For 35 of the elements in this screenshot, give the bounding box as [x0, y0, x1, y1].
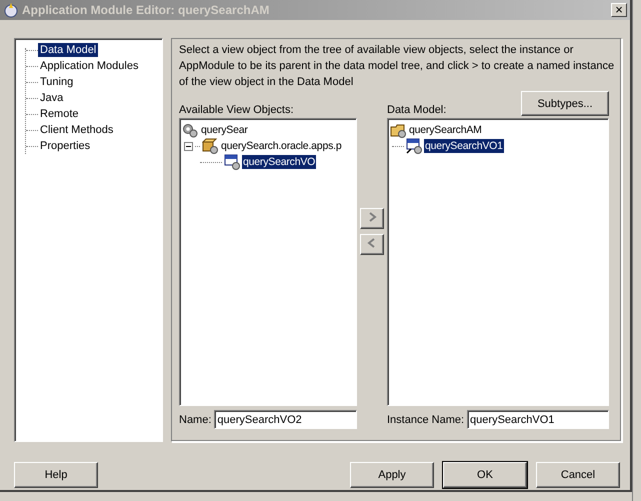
- collapse-icon[interactable]: [184, 142, 193, 150]
- category-item[interactable]: Data Model: [38, 43, 98, 57]
- close-button[interactable]: ×: [611, 3, 627, 17]
- subtypes-button[interactable]: Subtypes...: [521, 91, 609, 116]
- folder-icon: [390, 122, 406, 138]
- help-button[interactable]: Help: [14, 462, 98, 488]
- remove-button[interactable]: [360, 234, 384, 255]
- name-field[interactable]: querySearchVO2: [214, 410, 357, 429]
- instance-name-label: Instance Name:: [387, 414, 464, 426]
- window-title: Application Module Editor: querySearchAM: [22, 3, 270, 17]
- data-model-label: Data Model:: [387, 104, 446, 116]
- category-item[interactable]: Remote: [38, 107, 81, 121]
- package-icon: [202, 138, 218, 154]
- category-item[interactable]: Client Methods: [38, 123, 116, 137]
- tree-item[interactable]: querySear: [200, 123, 249, 137]
- available-label: Available View Objects:: [179, 104, 294, 116]
- apply-button[interactable]: Apply: [350, 462, 434, 488]
- cancel-button[interactable]: Cancel: [536, 462, 620, 488]
- instance-name-field[interactable]: querySearchVO1: [467, 410, 609, 429]
- category-item[interactable]: Properties: [38, 139, 92, 153]
- tree-item[interactable]: querySearchAM: [408, 123, 483, 137]
- category-item[interactable]: Java: [38, 91, 66, 105]
- tree-item[interactable]: querySearchVO: [242, 155, 316, 169]
- tree-item[interactable]: querySearchVO1: [424, 139, 504, 153]
- gears-icon: [182, 122, 198, 138]
- add-button[interactable]: [360, 208, 384, 229]
- ok-button[interactable]: OK: [443, 462, 527, 488]
- tree-item[interactable]: querySearch.oracle.apps.p: [220, 139, 342, 153]
- app-icon: [3, 2, 19, 18]
- name-label: Name:: [179, 414, 212, 426]
- category-item[interactable]: Application Modules: [38, 59, 140, 73]
- instructions-text: Select a view object from the tree of available view objects, select the instance or AppModule to be its parent in the data model tree, and click > to create a named instance of the view object in the Data Model: [179, 43, 615, 90]
- sql-table-icon: [224, 154, 240, 170]
- category-item[interactable]: Tuning: [38, 75, 76, 89]
- sql-table-icon: [406, 138, 422, 154]
